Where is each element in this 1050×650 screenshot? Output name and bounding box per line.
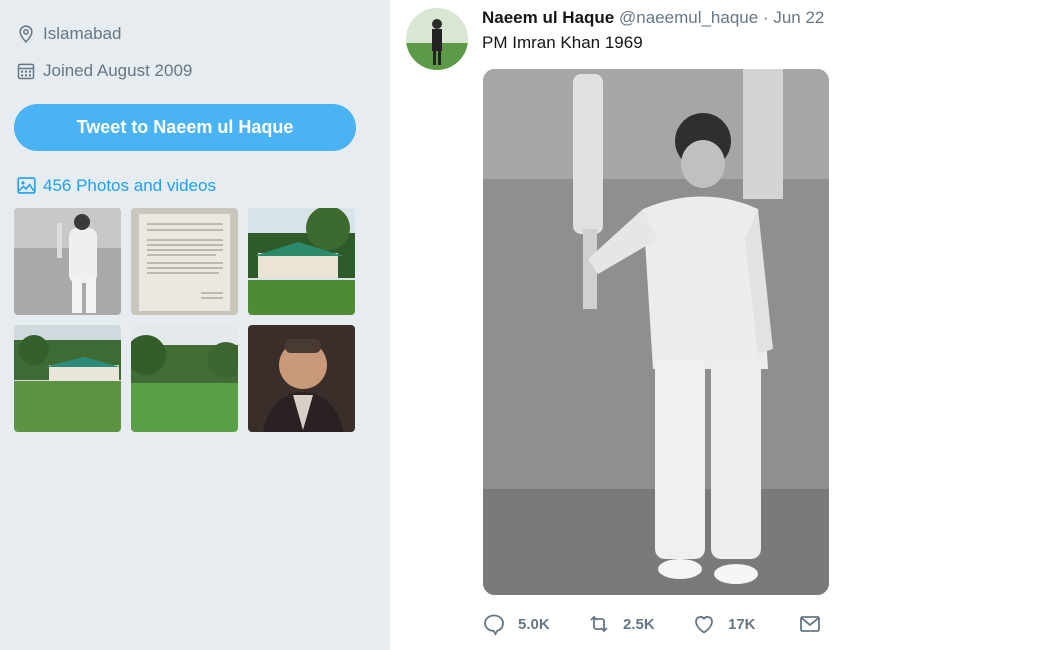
header-separator: ·	[762, 8, 769, 27]
joined-text: Joined August 2009	[43, 61, 193, 80]
media-thumbnail-field-house[interactable]	[14, 325, 121, 432]
media-thumbnail-meadow[interactable]	[131, 325, 238, 432]
tweet-header: Naeem ul Haque @naeemul_haque · Jun 22	[482, 8, 824, 28]
image-icon	[17, 177, 36, 194]
like-button[interactable]: 17K	[692, 612, 756, 636]
retweet-icon	[590, 615, 608, 633]
retweet-button[interactable]: 2.5K	[587, 612, 655, 636]
joined-row: Joined August 2009	[16, 61, 192, 81]
direct-message-button[interactable]	[798, 612, 834, 636]
author-name[interactable]: Naeem ul Haque	[482, 8, 614, 27]
reply-count: 5.0K	[518, 615, 550, 633]
retweet-count: 2.5K	[623, 615, 655, 633]
tweet-text: PM Imran Khan 1969	[482, 33, 643, 52]
media-thumbnail-lodge[interactable]	[248, 208, 355, 315]
heart-icon	[695, 616, 713, 634]
tweet-date[interactable]: Jun 22	[773, 8, 824, 27]
tweet-card[interactable]: Naeem ul Haque @naeemul_haque · Jun 22 P…	[390, 0, 1050, 650]
photos-videos-link[interactable]: 456 Photos and videos	[16, 175, 216, 196]
envelope-icon	[800, 616, 820, 632]
calendar-icon	[17, 63, 35, 80]
location-text: Islamabad	[43, 24, 122, 43]
media-thumbnail-portrait[interactable]	[248, 325, 355, 432]
author-avatar[interactable]	[406, 8, 468, 70]
photos-videos-label: 456 Photos and videos	[43, 175, 216, 195]
tweet-photo[interactable]	[483, 69, 829, 595]
reply-icon	[484, 614, 504, 636]
location-row: Islamabad	[16, 24, 121, 44]
tweet-to-button[interactable]: Tweet to Naeem ul Haque	[14, 104, 356, 151]
author-handle[interactable]: @naeemul_haque	[619, 8, 758, 27]
profile-sidebar: Islamabad Joined August 2009 Tweet to Na…	[0, 0, 390, 650]
reply-button[interactable]: 5.0K	[482, 612, 550, 636]
location-pin-icon	[19, 25, 33, 43]
like-count: 17K	[728, 615, 756, 633]
media-thumbnail-cricketer[interactable]	[14, 208, 121, 315]
media-thumbnail-letter[interactable]	[131, 208, 238, 315]
